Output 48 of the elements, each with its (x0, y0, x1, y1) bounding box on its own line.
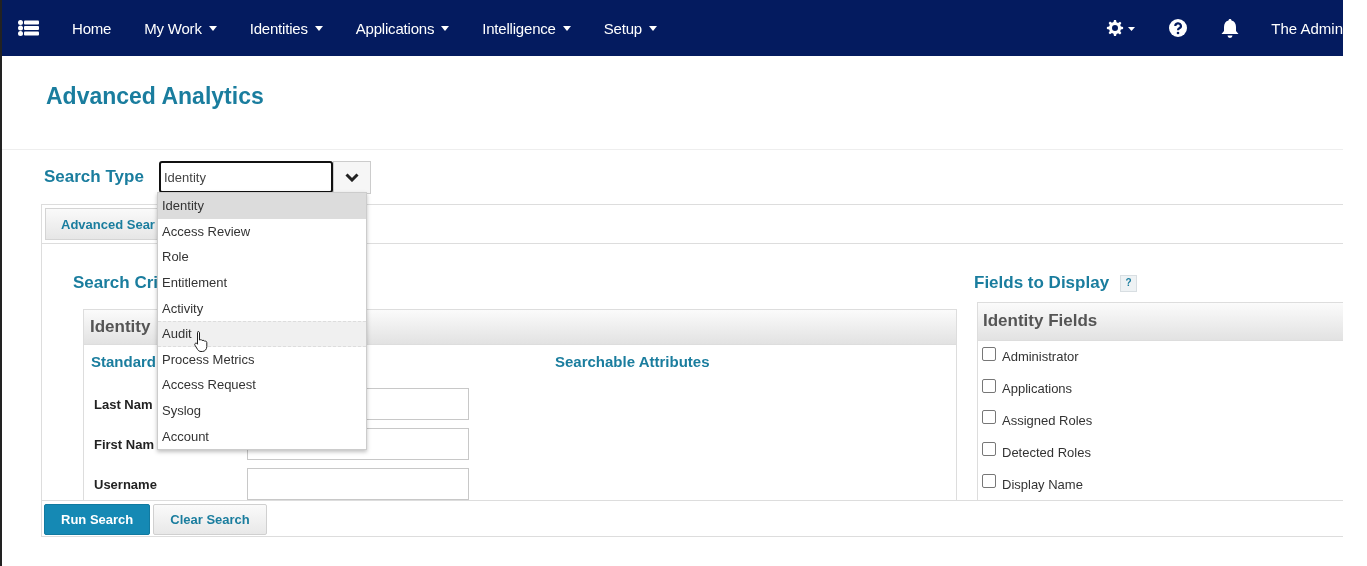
dropdown-option[interactable]: Identity (158, 193, 366, 219)
dropdown-option[interactable]: Entitlement (158, 269, 366, 296)
field-label: Last Nam (94, 396, 153, 412)
nav-menu-item[interactable]: Identities (249, 19, 323, 37)
field-label: Search Type (44, 167, 145, 187)
help-button[interactable]: ? (1120, 274, 1138, 292)
chevron-down-icon (345, 172, 359, 182)
page-title: Advanced Analytics (45, 82, 265, 109)
checkbox-label: Display Name (1002, 476, 1083, 492)
nav-menu-item[interactable]: Home (72, 19, 112, 37)
checkbox[interactable] (982, 474, 996, 489)
pointer-cursor-icon (194, 330, 210, 352)
advanced-search-tab[interactable]: Advanced Sear (45, 208, 158, 240)
checkbox[interactable] (982, 442, 996, 457)
user-menu[interactable]: The Admin (1271, 19, 1343, 37)
settings-icon[interactable] (1105, 19, 1136, 37)
nav-menu-item[interactable]: My Work (144, 19, 217, 37)
dropdown-option[interactable]: Access Review (158, 218, 366, 245)
section-heading: Fields to Display (974, 273, 1110, 293)
section-heading: Search Cri (73, 273, 159, 293)
column-heading: Standard (91, 353, 156, 371)
checkbox-label: Assigned Roles (1002, 412, 1093, 428)
dropdown-option[interactable]: Audit (158, 320, 366, 347)
checkbox-label: Administrator (1002, 349, 1079, 365)
field-label: Username (94, 476, 157, 492)
help-icon[interactable] (1169, 19, 1188, 37)
dropdown-option[interactable]: Syslog (158, 397, 366, 424)
checkbox[interactable] (982, 410, 996, 425)
nav-menu-item[interactable]: Setup (603, 19, 657, 37)
input-field[interactable] (247, 468, 469, 500)
clear-search-button[interactable]: Clear Search (153, 504, 267, 535)
checkbox-label: Applications (1002, 381, 1073, 397)
dropdown-option[interactable]: Role (158, 244, 366, 270)
run-search-button[interactable]: Run Search (44, 504, 151, 535)
checkbox[interactable] (982, 346, 996, 361)
notification-bell-icon[interactable] (1221, 18, 1240, 38)
dropdown-option[interactable]: Account (158, 423, 366, 449)
dropdown-option[interactable]: Access Request (158, 372, 366, 398)
dropdown-option[interactable]: Process Metrics (158, 346, 366, 373)
dropdown-button[interactable] (333, 160, 371, 194)
menu-icon[interactable] (18, 20, 39, 36)
card-header: Identity Fields (978, 303, 1343, 341)
field-label: First Nam (94, 436, 154, 452)
nav-menu-item[interactable]: Intelligence (482, 19, 571, 37)
column-heading: Searchable Attributes (555, 353, 710, 371)
nav-menu-item[interactable]: Applications (355, 19, 450, 37)
checkbox[interactable] (982, 378, 996, 393)
checkbox-label: Detected Roles (1002, 444, 1091, 460)
